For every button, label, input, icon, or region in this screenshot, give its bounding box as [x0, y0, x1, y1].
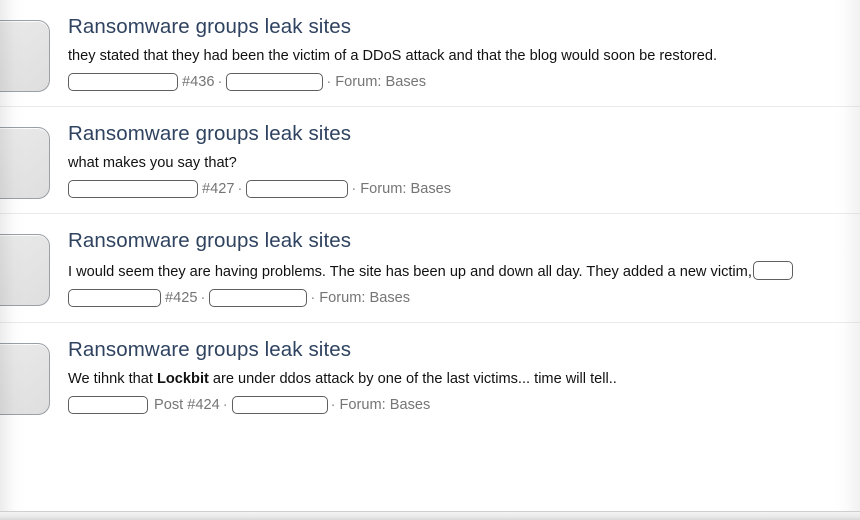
screenshot-viewport: Ransomware groups leak sites they stated… — [0, 0, 860, 520]
post-snippet-prefix: We tihnk that — [68, 371, 157, 387]
post-meta: #436 · · Forum: Bases — [68, 72, 860, 92]
meta-separator: · — [200, 290, 206, 306]
meta-separator: · — [330, 397, 336, 413]
post-body: Ransomware groups leak sites they stated… — [68, 14, 860, 92]
post-snippet: We tihnk that Lockbit are under ddos att… — [68, 370, 860, 389]
forum-label[interactable]: Forum: Bases — [360, 179, 451, 199]
forum-label[interactable]: Forum: Bases — [335, 72, 426, 92]
avatar — [0, 127, 50, 199]
meta-separator: · — [237, 181, 243, 197]
list-item[interactable]: Ransomware groups leak sites I would see… — [0, 214, 860, 323]
post-body: Ransomware groups leak sites I would see… — [68, 228, 860, 308]
post-title[interactable]: Ransomware groups leak sites — [68, 121, 860, 147]
post-title[interactable]: Ransomware groups leak sites — [68, 337, 860, 363]
post-number: #425 — [165, 290, 198, 306]
meta-separator: · — [326, 74, 332, 90]
post-number: #427 — [202, 181, 235, 197]
post-meta: #427 · · Forum: Bases — [68, 179, 860, 199]
forum-label[interactable]: Forum: Bases — [339, 395, 430, 415]
post-meta: Post #424 · · Forum: Bases — [68, 395, 860, 415]
redacted-date-box — [231, 396, 328, 414]
post-snippet: I would seem they are having problems. T… — [68, 261, 860, 282]
redacted-date-box — [226, 73, 324, 91]
post-snippet-highlight: Lockbit — [156, 371, 209, 387]
meta-separator: · — [351, 181, 357, 197]
forum-label[interactable]: Forum: Bases — [319, 288, 410, 308]
post-snippet: they stated that they had been the victi… — [68, 47, 860, 66]
post-number: #436 — [182, 74, 215, 90]
meta-separator: · — [217, 74, 223, 90]
avatar — [0, 20, 50, 92]
avatar — [0, 343, 50, 415]
post-title[interactable]: Ransomware groups leak sites — [68, 14, 860, 40]
meta-separator: · — [310, 290, 316, 306]
redacted-inline-box — [752, 261, 793, 280]
post-snippet-suffix: are under ddos attack by one of the last… — [208, 371, 617, 387]
post-body: Ransomware groups leak sites what makes … — [68, 121, 860, 199]
post-list: Ransomware groups leak sites they stated… — [0, 0, 860, 429]
post-meta: #425 · · Forum: Bases — [68, 288, 860, 308]
list-item[interactable]: Ransomware groups leak sites We tihnk th… — [0, 323, 860, 429]
post-snippet-prefix: what makes you say that? — [68, 155, 237, 171]
avatar — [0, 234, 50, 306]
window-bottom-bar — [0, 511, 860, 520]
list-item[interactable]: Ransomware groups leak sites they stated… — [0, 0, 860, 107]
redacted-date-box — [209, 289, 308, 307]
redacted-author-box — [68, 73, 178, 91]
post-snippet-prefix: they stated that they had been the victi… — [68, 48, 718, 64]
redacted-author-box — [68, 289, 161, 307]
post-snippet-prefix: I would seem they are having problems. T… — [68, 264, 752, 280]
post-body: Ransomware groups leak sites We tihnk th… — [68, 337, 860, 415]
list-item[interactable]: Ransomware groups leak sites what makes … — [0, 107, 860, 214]
redacted-author-box — [68, 180, 198, 198]
redacted-author-box — [68, 396, 148, 414]
post-title[interactable]: Ransomware groups leak sites — [68, 228, 860, 254]
post-snippet: what makes you say that? — [68, 154, 860, 173]
post-number: Post #424 — [154, 397, 220, 413]
meta-separator: · — [222, 397, 228, 413]
redacted-date-box — [246, 180, 349, 198]
